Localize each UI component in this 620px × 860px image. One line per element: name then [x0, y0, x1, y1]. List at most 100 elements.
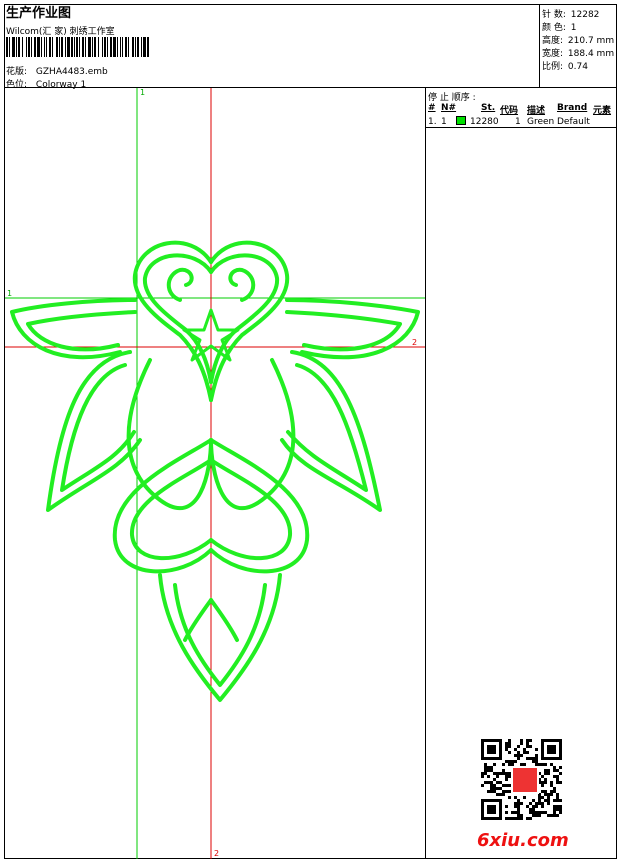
- qr-module: [526, 805, 529, 808]
- qr-module: [508, 751, 511, 754]
- qr-module: [508, 742, 511, 745]
- qr-module: [547, 796, 550, 799]
- qr-module: [493, 784, 496, 787]
- qr-module: [526, 817, 529, 820]
- qr-module: [550, 790, 553, 793]
- qr-module: [559, 811, 562, 814]
- watermark: 6xiu.com: [477, 830, 569, 851]
- qr-module: [493, 787, 496, 790]
- qr-module: [493, 778, 496, 781]
- qr-module: [559, 805, 562, 808]
- qr-module: [487, 775, 490, 778]
- guide-label-v-red: 2: [214, 849, 220, 858]
- qr-module: [556, 808, 559, 811]
- guide-label-h-red: 2: [412, 338, 418, 347]
- qr-module: [547, 793, 550, 796]
- qr-module: [490, 781, 493, 784]
- qr-module: [538, 814, 541, 817]
- qr-module: [529, 757, 532, 760]
- qr-module: [514, 754, 517, 757]
- qr-module: [514, 802, 517, 805]
- qr-module: [520, 739, 523, 742]
- qr-module: [526, 739, 529, 742]
- qr-module: [556, 796, 559, 799]
- qr-module: [541, 811, 544, 814]
- qr-module: [502, 793, 505, 796]
- qr-module: [508, 739, 511, 742]
- qr-module: [559, 781, 562, 784]
- qr-module: [505, 745, 508, 748]
- guide-label-v-green: 1: [140, 88, 146, 97]
- qr-module: [556, 814, 559, 817]
- qr-module: [547, 814, 550, 817]
- qr-module: [517, 799, 520, 802]
- qr-module: [523, 751, 526, 754]
- qr-module: [529, 811, 532, 814]
- qr-module: [556, 793, 559, 796]
- qr-module: [541, 790, 544, 793]
- qr-module: [532, 814, 535, 817]
- qr-module: [556, 805, 559, 808]
- qr-module: [517, 805, 520, 808]
- qr-module: [529, 817, 532, 820]
- qr-module: [505, 778, 508, 781]
- qr-module: [502, 769, 505, 772]
- qr-module: [553, 799, 556, 802]
- qr-module: [556, 775, 559, 778]
- qr-module: [535, 814, 538, 817]
- design-canvas: [5, 88, 425, 859]
- qr-module: [541, 805, 544, 808]
- qr-module: [490, 784, 493, 787]
- qr-module: [505, 742, 508, 745]
- qr-finder: [487, 745, 496, 754]
- qr-module: [526, 745, 529, 748]
- qr-module: [493, 763, 496, 766]
- qr-module: [535, 760, 538, 763]
- qr-module: [493, 790, 496, 793]
- qr-module: [481, 772, 484, 775]
- qr-module: [496, 772, 499, 775]
- qr-module: [556, 769, 559, 772]
- qr-module: [535, 757, 538, 760]
- qr-module: [541, 763, 544, 766]
- qr-module: [547, 802, 550, 805]
- qr-module: [547, 772, 550, 775]
- qr-module: [523, 796, 526, 799]
- qr-module: [544, 778, 547, 781]
- qr-module: [535, 754, 538, 757]
- qr-module: [556, 778, 559, 781]
- qr-module: [502, 790, 505, 793]
- qr-module: [550, 763, 553, 766]
- qr-module: [535, 802, 538, 805]
- qr-module: [520, 817, 523, 820]
- qr-module: [490, 790, 493, 793]
- qr-module: [514, 748, 517, 751]
- qr-module: [550, 781, 553, 784]
- qr-module: [532, 757, 535, 760]
- qr-module: [550, 793, 553, 796]
- qr-module: [517, 811, 520, 814]
- qr-finder: [487, 805, 496, 814]
- qr-module: [538, 799, 541, 802]
- qr-module: [538, 811, 541, 814]
- qr-module: [535, 748, 538, 751]
- qr-module: [511, 760, 514, 763]
- qr-module: [529, 808, 532, 811]
- qr-module: [514, 811, 517, 814]
- qr-module: [553, 769, 556, 772]
- qr-module: [499, 781, 502, 784]
- qr-module: [505, 784, 508, 787]
- qr-module: [550, 814, 553, 817]
- qr-module: [520, 802, 523, 805]
- qr-module: [508, 745, 511, 748]
- qr-module: [526, 751, 529, 754]
- qr-module: [487, 790, 490, 793]
- qr-module: [487, 766, 490, 769]
- qr-module: [514, 817, 517, 820]
- qr-module: [496, 787, 499, 790]
- qr-module: [532, 760, 535, 763]
- qr-module: [490, 787, 493, 790]
- qr-module: [532, 811, 535, 814]
- qr-module: [547, 799, 550, 802]
- qr-module: [544, 793, 547, 796]
